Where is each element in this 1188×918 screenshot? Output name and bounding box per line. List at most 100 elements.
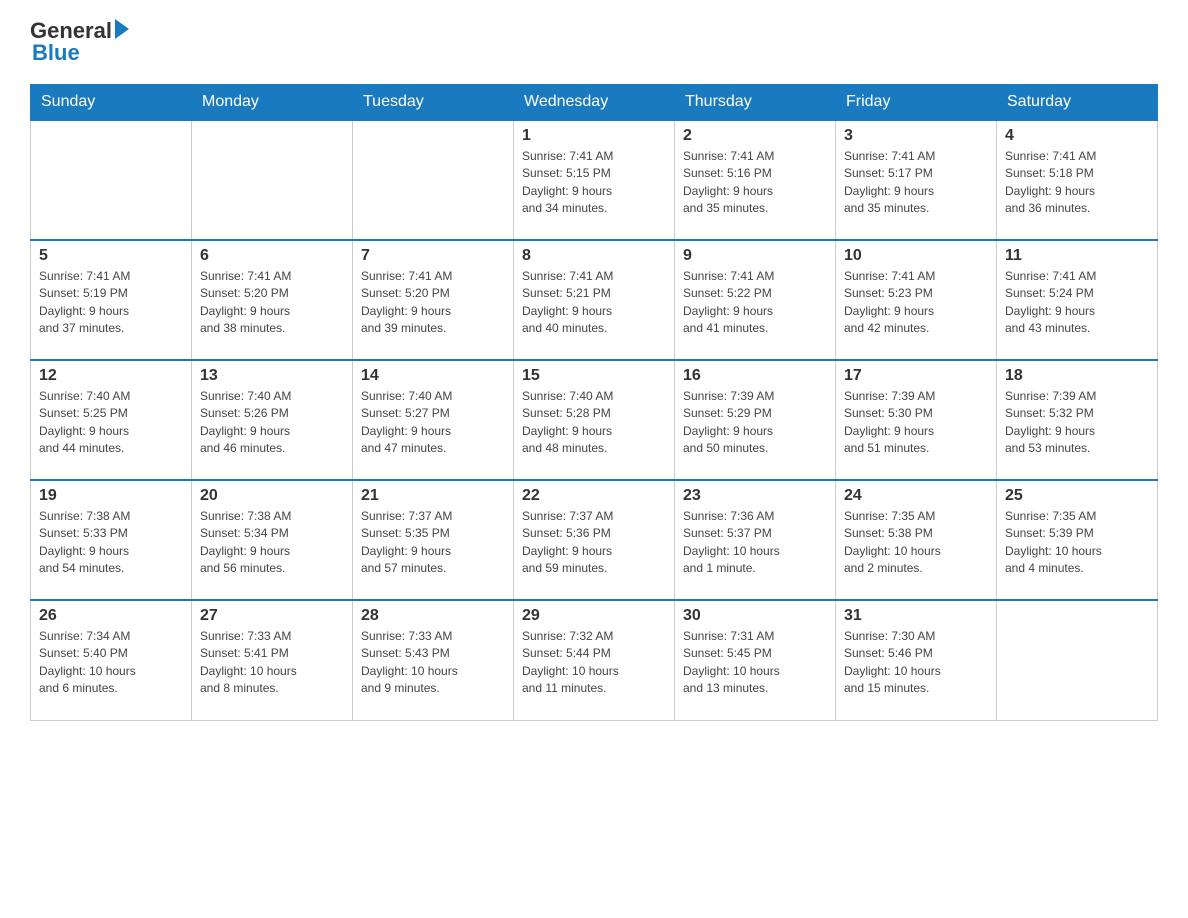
- day-info: Sunrise: 7:41 AM Sunset: 5:23 PM Dayligh…: [844, 268, 988, 338]
- calendar-day-6: 6 Sunrise: 7:41 AM Sunset: 5:20 PM Daylig…: [192, 240, 353, 360]
- logo: General Blue: [30, 20, 129, 64]
- day-info: Sunrise: 7:38 AM Sunset: 5:34 PM Dayligh…: [200, 508, 344, 578]
- day-info: Sunrise: 7:41 AM Sunset: 5:15 PM Dayligh…: [522, 148, 666, 218]
- calendar-day-21: 21 Sunrise: 7:37 AM Sunset: 5:35 PM Dayli…: [353, 480, 514, 600]
- day-info: Sunrise: 7:35 AM Sunset: 5:38 PM Dayligh…: [844, 508, 988, 578]
- day-info: Sunrise: 7:41 AM Sunset: 5:22 PM Dayligh…: [683, 268, 827, 338]
- day-info: Sunrise: 7:35 AM Sunset: 5:39 PM Dayligh…: [1005, 508, 1149, 578]
- day-info: Sunrise: 7:40 AM Sunset: 5:28 PM Dayligh…: [522, 388, 666, 458]
- calendar-day-22: 22 Sunrise: 7:37 AM Sunset: 5:36 PM Dayli…: [514, 480, 675, 600]
- day-info: Sunrise: 7:33 AM Sunset: 5:43 PM Dayligh…: [361, 628, 505, 698]
- calendar-day-25: 25 Sunrise: 7:35 AM Sunset: 5:39 PM Dayli…: [997, 480, 1158, 600]
- day-number: 19: [39, 487, 183, 505]
- calendar-day-17: 17 Sunrise: 7:39 AM Sunset: 5:30 PM Dayli…: [836, 360, 997, 480]
- calendar-table: SundayMondayTuesdayWednesdayThursdayFrid…: [30, 84, 1158, 721]
- calendar-day-15: 15 Sunrise: 7:40 AM Sunset: 5:28 PM Dayli…: [514, 360, 675, 480]
- day-number: 25: [1005, 487, 1149, 505]
- day-number: 1: [522, 127, 666, 145]
- day-number: 28: [361, 607, 505, 625]
- day-info: Sunrise: 7:33 AM Sunset: 5:41 PM Dayligh…: [200, 628, 344, 698]
- calendar-header-tuesday: Tuesday: [353, 85, 514, 121]
- calendar-week-1: 1 Sunrise: 7:41 AM Sunset: 5:15 PM Daylig…: [31, 120, 1158, 240]
- day-number: 2: [683, 127, 827, 145]
- day-info: Sunrise: 7:39 AM Sunset: 5:29 PM Dayligh…: [683, 388, 827, 458]
- calendar-day-26: 26Sunrise: 7:34 AM Sunset: 5:40 PM Dayli…: [31, 600, 192, 720]
- day-info: Sunrise: 7:40 AM Sunset: 5:25 PM Dayligh…: [39, 388, 183, 458]
- day-info: Sunrise: 7:32 AM Sunset: 5:44 PM Dayligh…: [522, 628, 666, 698]
- day-number: 7: [361, 247, 505, 265]
- day-number: 5: [39, 247, 183, 265]
- calendar-empty-cell: [353, 120, 514, 240]
- day-number: 11: [1005, 247, 1149, 265]
- day-number: 24: [844, 487, 988, 505]
- day-info: Sunrise: 7:40 AM Sunset: 5:27 PM Dayligh…: [361, 388, 505, 458]
- calendar-header-row: SundayMondayTuesdayWednesdayThursdayFrid…: [31, 85, 1158, 121]
- day-number: 14: [361, 367, 505, 385]
- calendar-day-31: 31 Sunrise: 7:30 AM Sunset: 5:46 PM Dayli…: [836, 600, 997, 720]
- day-number: 23: [683, 487, 827, 505]
- day-number: 4: [1005, 127, 1149, 145]
- day-info: Sunrise: 7:37 AM Sunset: 5:36 PM Dayligh…: [522, 508, 666, 578]
- calendar-empty-cell: [997, 600, 1158, 720]
- logo-arrow-icon: [115, 19, 129, 39]
- day-number: 13: [200, 367, 344, 385]
- day-number: 21: [361, 487, 505, 505]
- calendar-empty-cell: [31, 120, 192, 240]
- day-info: Sunrise: 7:31 AM Sunset: 5:45 PM Dayligh…: [683, 628, 827, 698]
- calendar-day-3: 3 Sunrise: 7:41 AM Sunset: 5:17 PM Daylig…: [836, 120, 997, 240]
- day-info: Sunrise: 7:38 AM Sunset: 5:33 PM Dayligh…: [39, 508, 183, 578]
- day-info: Sunrise: 7:41 AM Sunset: 5:24 PM Dayligh…: [1005, 268, 1149, 338]
- day-info: Sunrise: 7:36 AM Sunset: 5:37 PM Dayligh…: [683, 508, 827, 578]
- day-info: Sunrise: 7:41 AM Sunset: 5:19 PM Dayligh…: [39, 268, 183, 338]
- calendar-week-3: 12 Sunrise: 7:40 AM Sunset: 5:25 PM Dayli…: [31, 360, 1158, 480]
- calendar-empty-cell: [192, 120, 353, 240]
- day-info: Sunrise: 7:41 AM Sunset: 5:21 PM Dayligh…: [522, 268, 666, 338]
- day-number: 3: [844, 127, 988, 145]
- day-info: Sunrise: 7:41 AM Sunset: 5:20 PM Dayligh…: [200, 268, 344, 338]
- day-number: 27: [200, 607, 344, 625]
- calendar-day-14: 14 Sunrise: 7:40 AM Sunset: 5:27 PM Dayli…: [353, 360, 514, 480]
- day-info: Sunrise: 7:39 AM Sunset: 5:32 PM Dayligh…: [1005, 388, 1149, 458]
- day-number: 20: [200, 487, 344, 505]
- day-number: 10: [844, 247, 988, 265]
- day-number: 8: [522, 247, 666, 265]
- calendar-day-16: 16 Sunrise: 7:39 AM Sunset: 5:29 PM Dayli…: [675, 360, 836, 480]
- calendar-day-24: 24 Sunrise: 7:35 AM Sunset: 5:38 PM Dayli…: [836, 480, 997, 600]
- day-number: 17: [844, 367, 988, 385]
- calendar-day-20: 20 Sunrise: 7:38 AM Sunset: 5:34 PM Dayli…: [192, 480, 353, 600]
- calendar-day-29: 29 Sunrise: 7:32 AM Sunset: 5:44 PM Dayli…: [514, 600, 675, 720]
- day-info: Sunrise: 7:40 AM Sunset: 5:26 PM Dayligh…: [200, 388, 344, 458]
- calendar-day-23: 23 Sunrise: 7:36 AM Sunset: 5:37 PM Dayli…: [675, 480, 836, 600]
- calendar-day-8: 8 Sunrise: 7:41 AM Sunset: 5:21 PM Daylig…: [514, 240, 675, 360]
- calendar-header-friday: Friday: [836, 85, 997, 121]
- calendar-day-10: 10 Sunrise: 7:41 AM Sunset: 5:23 PM Dayli…: [836, 240, 997, 360]
- calendar-header-saturday: Saturday: [997, 85, 1158, 121]
- calendar-day-27: 27 Sunrise: 7:33 AM Sunset: 5:41 PM Dayli…: [192, 600, 353, 720]
- logo-blue: Blue: [32, 42, 129, 64]
- calendar-day-30: 30Sunrise: 7:31 AM Sunset: 5:45 PM Dayli…: [675, 600, 836, 720]
- calendar-day-7: 7Sunrise: 7:41 AM Sunset: 5:20 PM Daylig…: [353, 240, 514, 360]
- day-info: Sunrise: 7:30 AM Sunset: 5:46 PM Dayligh…: [844, 628, 988, 698]
- day-number: 15: [522, 367, 666, 385]
- calendar-day-13: 13 Sunrise: 7:40 AM Sunset: 5:26 PM Dayli…: [192, 360, 353, 480]
- calendar-header-monday: Monday: [192, 85, 353, 121]
- day-number: 16: [683, 367, 827, 385]
- calendar-header-sunday: Sunday: [31, 85, 192, 121]
- calendar-header-thursday: Thursday: [675, 85, 836, 121]
- day-number: 12: [39, 367, 183, 385]
- day-info: Sunrise: 7:39 AM Sunset: 5:30 PM Dayligh…: [844, 388, 988, 458]
- calendar-day-1: 1 Sunrise: 7:41 AM Sunset: 5:15 PM Daylig…: [514, 120, 675, 240]
- day-number: 31: [844, 607, 988, 625]
- day-info: Sunrise: 7:37 AM Sunset: 5:35 PM Dayligh…: [361, 508, 505, 578]
- calendar-day-9: 9Sunrise: 7:41 AM Sunset: 5:22 PM Daylig…: [675, 240, 836, 360]
- calendar-day-5: 5 Sunrise: 7:41 AM Sunset: 5:19 PM Daylig…: [31, 240, 192, 360]
- calendar-header-wednesday: Wednesday: [514, 85, 675, 121]
- calendar-week-2: 5 Sunrise: 7:41 AM Sunset: 5:19 PM Daylig…: [31, 240, 1158, 360]
- day-number: 22: [522, 487, 666, 505]
- day-info: Sunrise: 7:41 AM Sunset: 5:17 PM Dayligh…: [844, 148, 988, 218]
- day-info: Sunrise: 7:34 AM Sunset: 5:40 PM Dayligh…: [39, 628, 183, 698]
- day-number: 6: [200, 247, 344, 265]
- calendar-day-4: 4Sunrise: 7:41 AM Sunset: 5:18 PM Daylig…: [997, 120, 1158, 240]
- day-number: 29: [522, 607, 666, 625]
- logo-general: General: [30, 20, 112, 42]
